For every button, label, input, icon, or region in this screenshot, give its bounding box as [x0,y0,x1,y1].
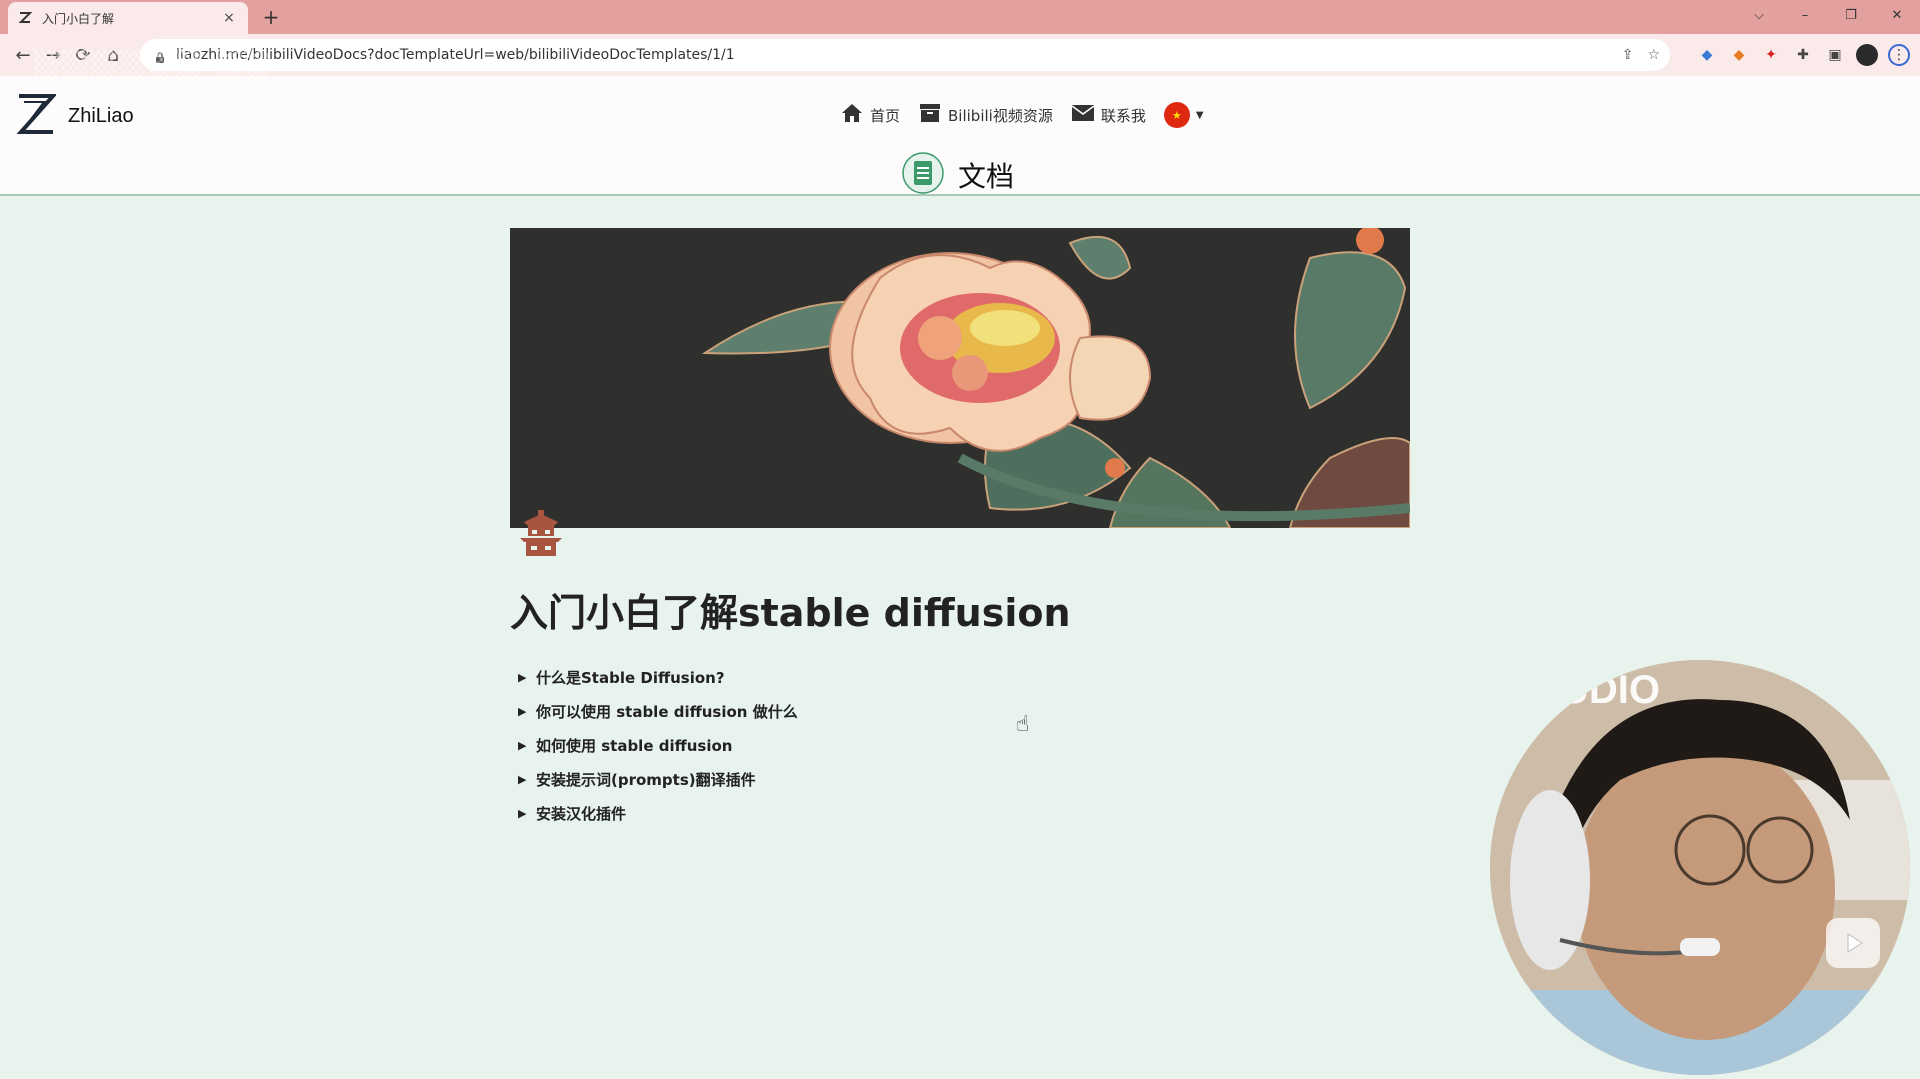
bookmark-star-icon[interactable]: ☆ [1647,47,1660,63]
top-navigation: 首页 Bilibili视频资源 联系我 ★ ▼ [840,102,1204,128]
play-button[interactable] [1826,918,1880,968]
toggle-label: 如何使用 stable diffusion [536,736,733,755]
webcam-caption: UDIO [1560,668,1660,712]
brand-name: ZhiLiao [68,104,134,127]
nav-bilibili-resources[interactable]: Bilibili视频资源 [918,102,1053,128]
toggle-triangle-icon[interactable]: ▶ [518,705,536,718]
toggle-triangle-icon[interactable]: ▶ [518,671,536,684]
extensions-puzzle-icon[interactable]: ✚ [1792,44,1814,66]
document-icon [902,152,944,198]
zhiliao-logo-icon [16,92,58,140]
close-window-button[interactable]: ✕ [1874,0,1920,30]
new-tab-button[interactable]: + [258,4,284,30]
toggle-item[interactable]: ▶ 你可以使用 stable diffusion 做什么 [518,694,798,728]
site-favicon-icon [18,11,32,25]
language-dropdown-caret-icon[interactable]: ▼ [1196,110,1204,121]
omnibox-actions: ⇪ ☆ [1622,39,1660,71]
toggle-item[interactable]: ▶ 安装提示词(prompts)翻译插件 [518,762,798,796]
address-bar[interactable]: liaozhi.me/bilibiliVideoDocs?docTemplate… [140,39,1670,71]
pagoda-page-icon [516,508,566,558]
brand[interactable]: ZhiLiao [16,92,134,140]
profile-avatar[interactable] [1856,44,1878,66]
toggle-label: 安装汉化插件 [536,804,627,823]
browser-menu-icon[interactable]: ⋮ [1888,44,1910,66]
window-controls: ⌵ – ❐ ✕ [1736,0,1920,30]
page-title: 入门小白了解stable diffusion [510,591,1071,635]
toggle-triangle-icon[interactable]: ▶ [518,739,536,752]
china-flag-icon[interactable]: ★ [1163,102,1190,128]
browser-tab-active[interactable]: 入门小白了解 × [8,2,248,34]
section-title: 文档 [958,160,1015,193]
toggle-item[interactable]: ▶ 如何使用 stable diffusion [518,728,798,762]
extensions-area: ◆ ◆ ✦ ✚ ▣ ⋮ [1696,34,1910,76]
mail-icon [1071,103,1095,127]
archive-icon [918,102,942,128]
browser-tab-strip: 入门小白了解 × + ⌵ – ❐ ✕ [0,0,1920,34]
restore-button[interactable]: ❐ [1828,0,1874,30]
cover-image [510,228,1410,528]
toggle-triangle-icon[interactable]: ▶ [518,773,536,786]
extension-fox-icon[interactable]: ◆ [1728,44,1750,66]
tab-search-button[interactable]: ⌵ [1736,0,1782,30]
webcam-overlay: UDIO [1490,660,1910,1075]
browser-toolbar: ← → ⟳ ⌂ liaozhi.me/bilibiliVideoDocs?doc… [0,34,1920,76]
toggle-label: 什么是Stable Diffusion? [536,668,725,687]
camellia-illustration [510,228,1410,528]
play-icon [1847,933,1863,953]
toggle-item[interactable]: ▶ 安装汉化插件 [518,796,798,830]
nav-contact[interactable]: 联系我 [1071,103,1146,127]
nav-contact-label: 联系我 [1100,106,1146,125]
share-icon[interactable]: ⇪ [1622,47,1634,63]
extension-shield-icon[interactable]: ◆ [1696,44,1718,66]
toggle-list: ▶ 什么是Stable Diffusion? ▶ 你可以使用 stable di… [518,660,798,830]
nav-bilibili-label: Bilibili视频资源 [948,106,1053,125]
nav-home-label: 首页 [870,106,901,125]
site-header: ZhiLiao 首页 Bilibili视频资源 联系我 ★ ▼ 文档 [0,76,1920,196]
tab-title: 入门小白了解 [42,11,115,26]
hand-cursor-icon: ☝ [1016,712,1030,737]
section-title-row: 文档 [902,152,1014,198]
toggle-item[interactable]: ▶ 什么是Stable Diffusion? [518,660,798,694]
home-icon [840,102,864,128]
minimize-button[interactable]: – [1782,0,1828,30]
presenter-video [1490,660,1910,1075]
toggle-label: 你可以使用 stable diffusion 做什么 [536,702,798,721]
side-panel-icon[interactable]: ▣ [1824,44,1846,66]
extension-leaf-icon[interactable]: ✦ [1760,44,1782,66]
nav-home[interactable]: 首页 [840,102,900,128]
tab-close-icon[interactable]: × [220,10,238,26]
toggle-label: 安装提示词(prompts)翻译插件 [536,770,756,789]
toggle-triangle-icon[interactable]: ▶ [518,807,536,820]
